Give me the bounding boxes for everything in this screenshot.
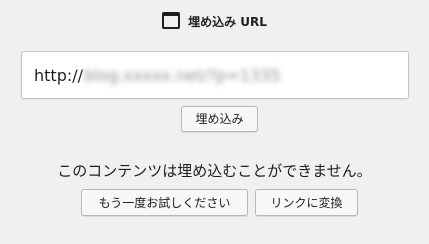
embed-block-header: 埋め込み URL: [0, 12, 429, 32]
embed-block-title: 埋め込み URL: [188, 15, 267, 29]
convert-to-link-button[interactable]: リンクに変換: [255, 189, 358, 216]
url-blurred-text: blog.xxxxx.net/?p=1335: [84, 65, 281, 85]
retry-button[interactable]: もう一度お試しください: [81, 189, 248, 216]
embed-error-message: このコンテンツは埋め込むことができません。: [57, 162, 372, 180]
embed-url-input[interactable]: http://blog.xxxxx.net/?p=1335: [21, 51, 409, 99]
embed-icon: [162, 12, 181, 29]
url-prefix: http://: [34, 65, 84, 85]
embed-button[interactable]: 埋め込み: [181, 106, 258, 132]
